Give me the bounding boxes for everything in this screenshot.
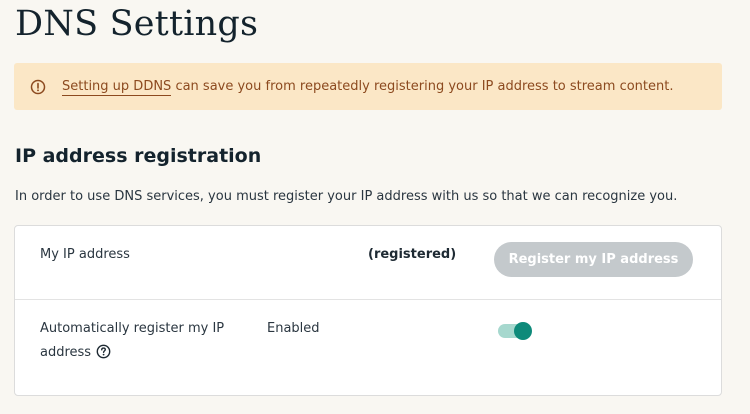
alert-message: Setting up DDNS can save you from repeat… [62,79,674,96]
my-ip-address-label: My IP address [40,247,130,262]
ip-registration-status: (registered) [368,247,457,262]
auto-register-toggle[interactable] [498,322,532,340]
section-description: In order to use DNS services, you must r… [15,189,678,204]
setup-ddns-link[interactable]: Setting up DDNS [62,79,172,96]
ip-registration-card: My IP address (registered) Register my I… [14,225,722,396]
page-title: DNS Settings [15,4,259,44]
register-ip-button[interactable]: Register my IP address [494,242,693,277]
section-heading: IP address registration [15,145,262,167]
toggle-knob [514,322,532,340]
row-divider [15,299,721,300]
warning-circle-icon [30,79,46,95]
alert-message-text: can save you from repeatedly registering… [171,79,674,94]
question-circle-icon[interactable] [96,344,111,359]
auto-register-label: Automatically register my IP address [40,317,240,365]
auto-register-label-text: Automatically register my IP address [40,321,225,360]
ddns-alert-banner: Setting up DDNS can save you from repeat… [14,63,722,110]
auto-register-status: Enabled [267,321,320,336]
